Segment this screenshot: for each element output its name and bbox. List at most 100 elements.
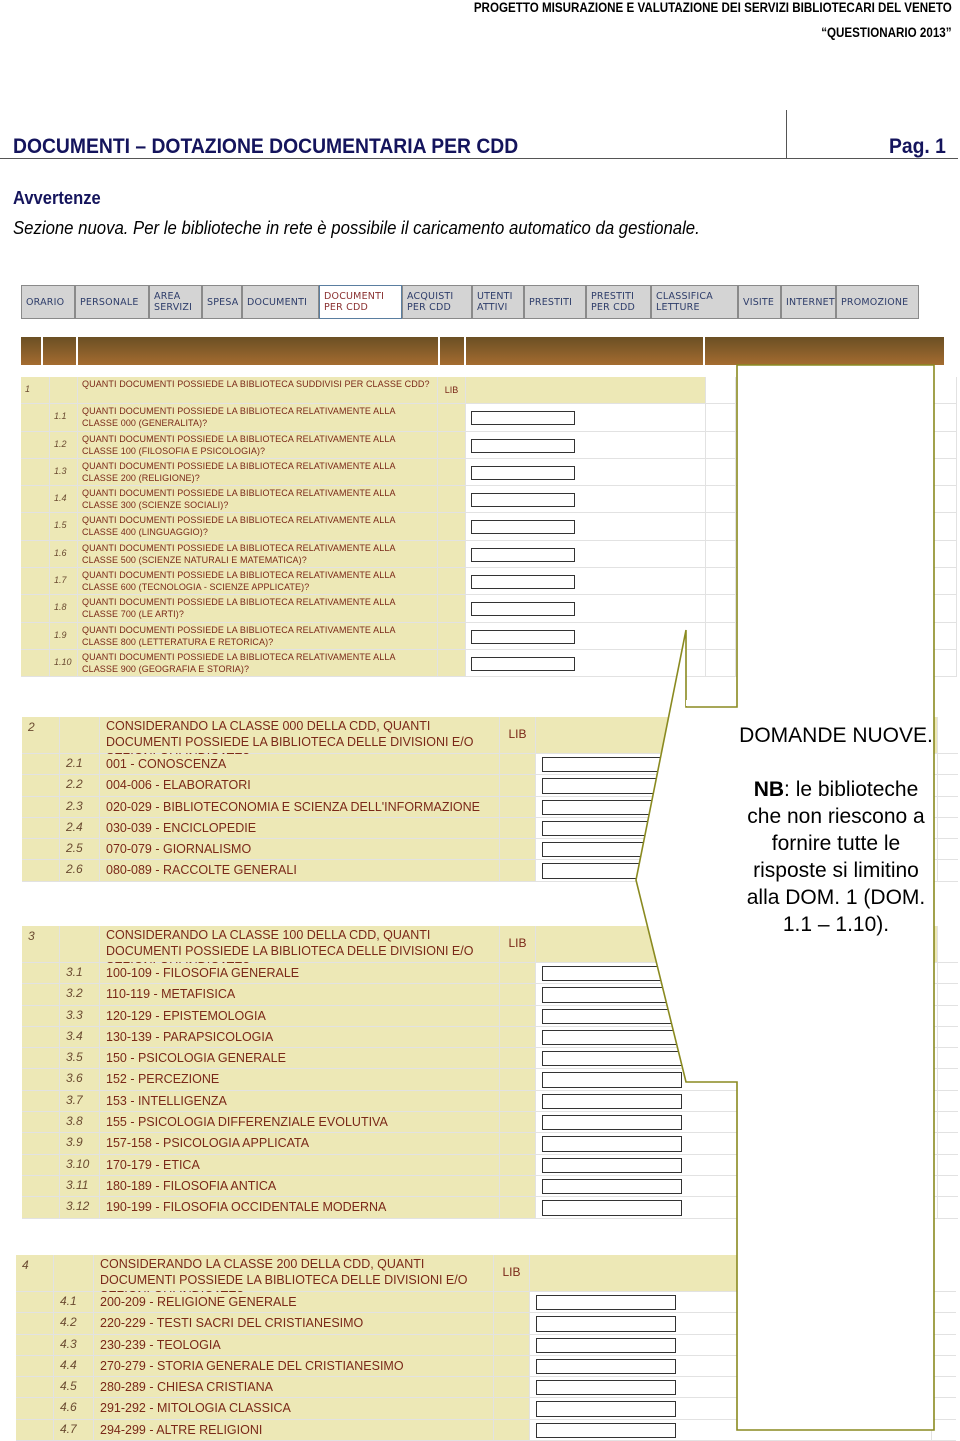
count-input[interactable] <box>471 465 575 480</box>
number-cell <box>21 568 50 595</box>
lib-cell <box>500 963 536 984</box>
answer-cell <box>530 1377 932 1398</box>
title-separator <box>786 110 787 158</box>
number-cell <box>22 817 60 839</box>
tab-internet[interactable]: INTERNET <box>781 285 836 319</box>
count-input[interactable] <box>542 1029 682 1046</box>
count-input[interactable] <box>542 1051 682 1067</box>
count-input[interactable] <box>542 1136 682 1152</box>
count-input[interactable] <box>542 1072 682 1088</box>
tab-documenti[interactable]: DOCUMENTI <box>242 285 319 319</box>
count-input[interactable] <box>536 1337 676 1353</box>
lib-cell <box>438 431 466 458</box>
sub-question-number: 4.3 <box>54 1334 94 1355</box>
count-input[interactable] <box>542 842 682 858</box>
count-input[interactable] <box>536 1380 676 1396</box>
tab-classifica-letture[interactable]: CLASSIFICA LETTURE <box>651 285 738 319</box>
count-input[interactable] <box>471 656 575 671</box>
sub-question-row: 1.2 QUANTI DOCUMENTI POSSIEDE LA BIBLIOTE… <box>21 431 957 459</box>
sub-question-text: 155 - PSICOLOGIA DIFFERENZIALE EVOLUTIVA <box>100 1112 500 1133</box>
question-row: 4 CONSIDERANDO LA CLASSE 200 DELLA CDD, Q… <box>16 1255 956 1303</box>
number-cell <box>22 796 60 817</box>
sub-question-text: 100-109 - FILOSOFIA GENERALE <box>100 963 500 984</box>
count-input[interactable] <box>471 629 575 644</box>
count-input[interactable] <box>542 820 682 837</box>
tab-prestiti-per-cdd[interactable]: PRESTITI PER CDD <box>586 285 651 319</box>
sub-number-cell <box>60 926 100 962</box>
lib-cell <box>494 1355 530 1377</box>
tab-visite[interactable]: VISITE <box>738 285 781 319</box>
tab-documenti-per-cdd[interactable]: DOCUMENTI PER CDD <box>319 285 402 319</box>
lib-label: LIB <box>500 926 536 962</box>
count-input[interactable] <box>536 1422 676 1439</box>
answer-cell <box>536 1005 938 1026</box>
count-input[interactable] <box>542 1200 682 1216</box>
sub-question-text: 230-239 - TEOLOGIA <box>94 1334 494 1355</box>
answer-cell <box>530 1255 932 1291</box>
sub-question-text: 291-292 - MITOLOGIA CLASSICA <box>94 1398 494 1419</box>
sub-question-text: 220-229 - TESTI SACRI DEL CRISTIANESIMO <box>94 1313 494 1334</box>
count-input[interactable] <box>542 1115 682 1131</box>
sub-question-text: QUANTI DOCUMENTI POSSIEDE LA BIBLIOTECA … <box>78 404 438 431</box>
count-input[interactable] <box>542 987 682 1003</box>
sub-question-text: QUANTI DOCUMENTI POSSIEDE LA BIBLIOTECA … <box>78 595 438 622</box>
count-input[interactable] <box>471 411 575 426</box>
lib-cell <box>438 540 466 568</box>
count-input[interactable] <box>536 1401 676 1417</box>
count-input[interactable] <box>471 547 575 562</box>
count-input[interactable] <box>471 520 575 535</box>
count-input[interactable] <box>471 438 575 453</box>
tab-orario[interactable]: ORARIO <box>21 285 75 319</box>
title-bar: DOCUMENTI – DOTAZIONE DOCUMENTARIA PER C… <box>0 110 958 159</box>
tab-label-line2: ATTIVI <box>477 302 508 313</box>
sub-number-cell <box>54 1255 94 1291</box>
sub-question-number: 2.6 <box>60 860 100 881</box>
count-input[interactable] <box>542 1178 682 1195</box>
number-cell <box>21 486 50 513</box>
tab-utenti-attivi[interactable]: UTENTI ATTIVI <box>472 285 524 319</box>
number-cell <box>21 540 50 568</box>
number-cell <box>22 1197 60 1218</box>
extra-cell <box>706 568 736 595</box>
answer-cell <box>466 458 706 486</box>
tab-personale[interactable]: PERSONALE <box>75 285 149 319</box>
number-cell <box>22 1154 60 1175</box>
lib-cell <box>500 1175 536 1197</box>
count-input[interactable] <box>542 1008 682 1024</box>
count-input[interactable] <box>542 799 682 815</box>
callout-nb: NB: le biblioteche che non riescono a fo… <box>738 776 934 938</box>
sub-question-row: 1.4 QUANTI DOCUMENTI POSSIEDE LA BIBLIOTE… <box>21 486 957 514</box>
warnings-text: Sezione nuova. Per le biblioteche in ret… <box>13 218 700 238</box>
page-number: Pag. 1 <box>889 135 946 158</box>
sub-question-number: 4.5 <box>54 1377 94 1398</box>
count-input[interactable] <box>542 757 682 773</box>
extra-cell <box>706 486 736 513</box>
count-input[interactable] <box>542 1093 682 1110</box>
count-input[interactable] <box>536 1316 676 1332</box>
tab-area-servizi[interactable]: AREA SERVIZI <box>149 285 202 319</box>
count-input[interactable] <box>471 602 575 617</box>
tab-label-line1: PROMOZIONE <box>841 296 909 308</box>
count-input[interactable] <box>542 863 682 879</box>
tab-promozione[interactable]: PROMOZIONE <box>836 285 919 319</box>
sub-question-text: QUANTI DOCUMENTI POSSIEDE LA BIBLIOTECA … <box>78 540 438 568</box>
section-4-table: 4 CONSIDERANDO LA CLASSE 200 DELLA CDD, Q… <box>16 1255 956 1441</box>
tab-prestiti[interactable]: PRESTITI <box>524 285 586 319</box>
sub-question-text: 270-279 - STORIA GENERALE DEL CRISTIANES… <box>94 1355 494 1377</box>
spacer-cell <box>736 568 957 595</box>
count-input[interactable] <box>536 1295 676 1311</box>
sub-question-text: QUANTI DOCUMENTI POSSIEDE LA BIBLIOTECA … <box>78 649 438 677</box>
count-input[interactable] <box>471 493 575 508</box>
count-input[interactable] <box>542 1157 682 1173</box>
count-input[interactable] <box>542 966 682 982</box>
sub-question-text: 280-289 - CHIESA CRISTIANA <box>94 1377 494 1398</box>
count-input[interactable] <box>471 575 575 590</box>
sub-question-row: 3.7 153 - INTELLIGENZA <box>22 1090 958 1113</box>
lib-cell <box>438 458 466 486</box>
count-input[interactable] <box>542 778 682 794</box>
spacer-cell <box>736 649 957 677</box>
warnings-heading: Avvertenze <box>13 188 101 208</box>
count-input[interactable] <box>536 1358 676 1375</box>
tab-acquisti-per-cdd[interactable]: ACQUISTI PER CDD <box>402 285 472 319</box>
tab-spesa[interactable]: SPESA <box>202 285 242 319</box>
